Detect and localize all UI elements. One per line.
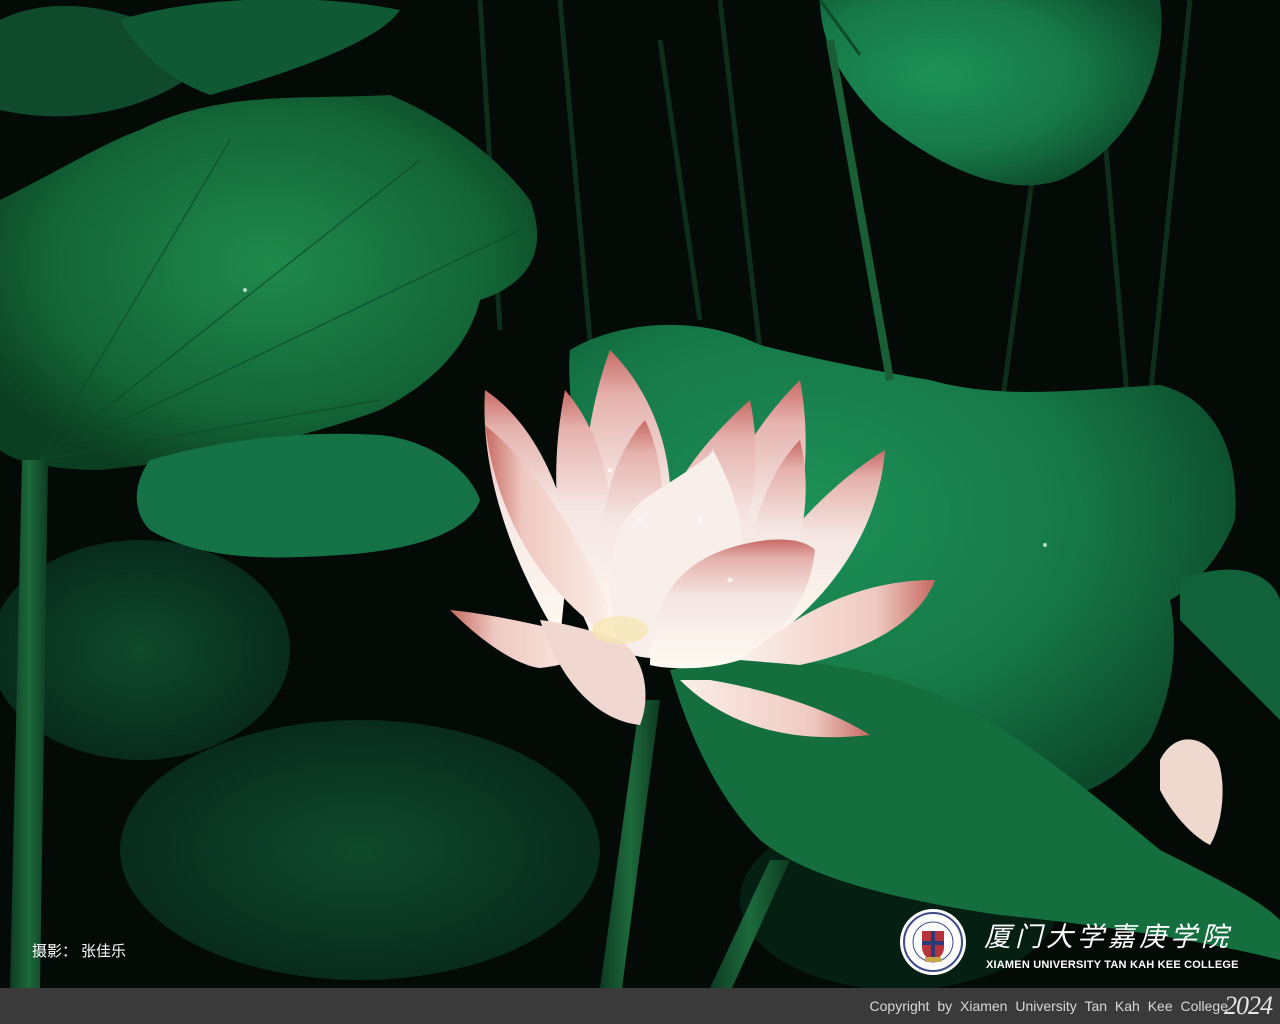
photo-credit: 摄影： 张佳乐 — [32, 940, 130, 961]
photo-credit-label: 摄影： — [32, 942, 78, 960]
photographer-name: 张佳乐 — [81, 942, 127, 960]
footer-bar: Copyright by Xiamen University Tan Kah K… — [0, 988, 1280, 1024]
college-name-cn: 厦门大学嘉庚学院 — [984, 922, 1232, 953]
year-label: 2024 — [1224, 991, 1273, 1020]
wallpaper: 摄影： 张佳乐 厦门大学嘉庚学院 XIAMEN UNIVERSITY TAN KA… — [0, 0, 1280, 1024]
college-seal-icon — [900, 909, 966, 975]
copyright-text: Copyright by Xiamen University Tan Kah K… — [869, 998, 1228, 1014]
college-name-en: XIAMEN UNIVERSITY TAN KAH KEE COLLEGE — [986, 959, 1239, 971]
lotus-photo — [0, 0, 1280, 988]
